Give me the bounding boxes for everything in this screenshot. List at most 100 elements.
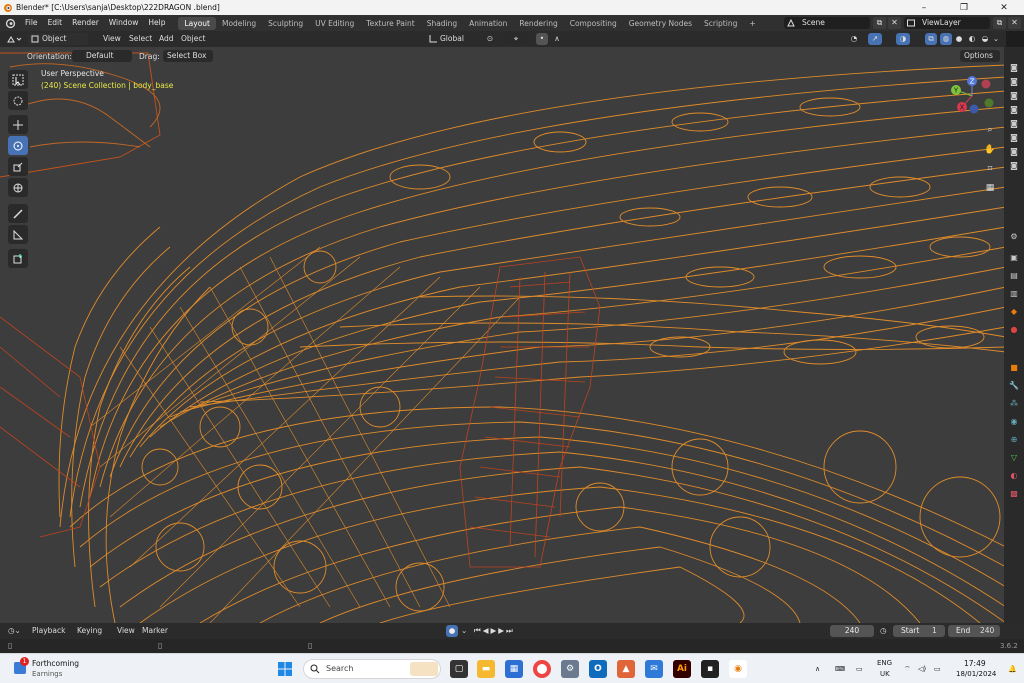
props-render-icon[interactable]: ▣ [1007, 250, 1021, 264]
current-frame-field[interactable]: 240 [830, 625, 874, 637]
clock-time[interactable]: 17:49 [964, 659, 986, 668]
illustrator-icon[interactable]: Ai [673, 660, 691, 678]
add-workspace-button[interactable]: + [743, 17, 761, 30]
ortho-grid-icon[interactable]: ▦ [982, 180, 998, 196]
store-icon[interactable]: ▦ [505, 660, 523, 678]
windows-start-icon[interactable] [277, 661, 293, 677]
editor-type-icon[interactable] [6, 34, 22, 45]
start-frame-label[interactable]: Start [893, 625, 945, 637]
props-modifier-icon[interactable]: 🔧 [1007, 378, 1021, 392]
view-layer-selector[interactable]: ViewLayer [904, 17, 990, 29]
cursor-tool[interactable] [8, 91, 28, 110]
props-material-icon[interactable]: ◐ [1007, 468, 1021, 482]
camera-restrict-icon-3[interactable]: ◙ [1007, 88, 1021, 102]
add-cube-tool[interactable] [8, 249, 28, 268]
app-icon-orange[interactable]: ▲ [617, 660, 635, 678]
display-icon[interactable]: ▭ [856, 654, 863, 683]
props-constraints-icon[interactable]: ⊕ [1007, 432, 1021, 446]
camera-restrict-icon-1[interactable]: ◙ [1007, 60, 1021, 74]
props-scene-icon[interactable]: ◆ [1007, 304, 1021, 318]
menu-view[interactable]: View [103, 33, 121, 45]
sticky-notes-icon[interactable]: ▪ [701, 660, 719, 678]
record-button[interactable]: ● [446, 625, 458, 637]
camera-view-icon[interactable]: ⌗ [982, 161, 998, 177]
task-view-icon[interactable]: ▢ [450, 660, 468, 678]
tab-shading[interactable]: Shading [421, 17, 463, 30]
transform-tool[interactable] [8, 178, 28, 197]
timeline-editor-icon[interactable]: ◷⌄ [8, 623, 21, 639]
minimize-button[interactable]: – [904, 0, 944, 15]
settings-icon[interactable]: ⚙ [561, 660, 579, 678]
tab-compositing[interactable]: Compositing [564, 17, 623, 30]
orientation-selector[interactable]: Default [72, 50, 132, 62]
menu-keying[interactable]: Keying [77, 623, 102, 639]
solid-shading-icon[interactable]: ● [953, 33, 965, 45]
props-texture-icon[interactable]: ▩ [1007, 486, 1021, 500]
notifications-icon[interactable]: 🔔 [1008, 654, 1017, 683]
chrome-icon[interactable] [533, 660, 551, 678]
visibility-icon[interactable]: ◔ [845, 33, 863, 45]
mail-icon[interactable]: ✉ [645, 660, 663, 678]
tab-modeling[interactable]: Modeling [216, 17, 262, 30]
falloff-icon[interactable]: ∧ [550, 33, 564, 45]
menu-help[interactable]: Help [143, 15, 170, 31]
camera-restrict-icon-8[interactable]: ◙ [1007, 158, 1021, 172]
props-output-icon[interactable]: ▤ [1007, 268, 1021, 282]
menu-add[interactable]: Add [159, 33, 174, 45]
playback-controls[interactable]: ⏮◀▶▶⏭ [474, 623, 515, 639]
scene-selector[interactable]: Scene [784, 17, 870, 29]
keying-dropdown-icon[interactable]: ⌄ [461, 623, 467, 639]
battery-icon[interactable]: ▭ [934, 654, 941, 683]
delete-scene-button[interactable]: ✕ [888, 17, 901, 29]
tab-animation[interactable]: Animation [463, 17, 513, 30]
shading-options-icon[interactable]: ⌄ [991, 33, 1001, 45]
annotate-tool[interactable] [8, 204, 28, 223]
xray-toggle-icon[interactable]: ⧉ [925, 33, 937, 45]
tab-scripting[interactable]: Scripting [698, 17, 743, 30]
blender-taskbar-icon[interactable]: ◉ [729, 660, 747, 678]
tab-sculpting[interactable]: Sculpting [262, 17, 309, 30]
menu-file[interactable]: File [20, 15, 43, 31]
pan-hand-icon[interactable]: ✋ [982, 142, 998, 158]
menu-edit[interactable]: Edit [43, 15, 68, 31]
props-world-icon[interactable]: ● [1007, 322, 1021, 336]
tray-chevron-icon[interactable]: ∧ [815, 654, 820, 683]
outlook-icon[interactable]: O [589, 660, 607, 678]
material-shading-icon[interactable]: ◐ [966, 33, 978, 45]
tab-uv-editing[interactable]: UV Editing [309, 17, 360, 30]
options-button[interactable]: Options [960, 50, 1000, 62]
proportional-editing-icon[interactable]: • [536, 33, 548, 45]
camera-restrict-icon-4[interactable]: ◙ [1007, 102, 1021, 116]
props-view-layer-icon[interactable]: ▥ [1007, 286, 1021, 300]
file-explorer-icon[interactable]: ▬ [477, 660, 495, 678]
drag-selector[interactable]: Select Box [163, 50, 213, 62]
delete-view-layer-button[interactable]: ✕ [1008, 17, 1021, 29]
measure-tool[interactable] [8, 225, 28, 244]
menu-playback[interactable]: Playback [32, 623, 65, 639]
gizmo-toggle-icon[interactable]: ↗ [868, 33, 882, 45]
new-view-layer-button[interactable]: ⧉ [993, 17, 1006, 29]
menu-timeline-view[interactable]: View [117, 623, 135, 639]
clock-icon[interactable]: ◷ [880, 623, 887, 639]
menu-render[interactable]: Render [67, 15, 104, 31]
props-tool-icon[interactable]: ⚙ [1007, 229, 1021, 243]
tab-geometry-nodes[interactable]: Geometry Nodes [623, 17, 698, 30]
close-window-button[interactable]: ✕ [984, 0, 1024, 15]
axis-gizmo[interactable]: Z Y X [946, 73, 998, 119]
props-physics-icon[interactable]: ◉ [1007, 414, 1021, 428]
keyboard-icon[interactable]: ⌨ [835, 654, 845, 683]
tab-layout[interactable]: Layout [178, 16, 216, 30]
props-object-icon[interactable]: ■ [1007, 360, 1021, 374]
select-box-tool[interactable] [8, 70, 28, 89]
scale-tool[interactable] [8, 157, 28, 176]
tab-rendering[interactable]: Rendering [513, 17, 563, 30]
camera-restrict-icon-7[interactable]: ◙ [1007, 144, 1021, 158]
props-particles-icon[interactable]: ⁂ [1007, 396, 1021, 410]
blender-menu-icon[interactable] [5, 18, 16, 29]
volume-icon[interactable]: ◁) [918, 654, 926, 683]
pivot-point-icon[interactable]: ⊙ [480, 33, 500, 45]
language-top[interactable]: ENG [877, 659, 892, 667]
transform-orientation-selector[interactable]: Global [440, 33, 464, 45]
camera-restrict-icon-5[interactable]: ◙ [1007, 116, 1021, 130]
wireframe-shading-icon[interactable]: ◍ [940, 33, 952, 45]
